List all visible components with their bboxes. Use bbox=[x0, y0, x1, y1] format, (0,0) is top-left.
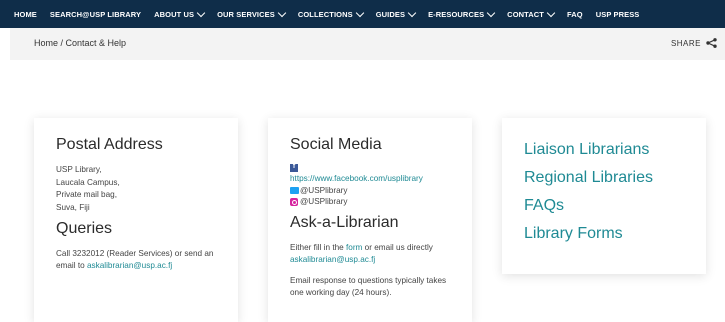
postal-address-title: Postal Address bbox=[56, 136, 163, 153]
twitter-row[interactable]: @USPlibrary bbox=[290, 185, 450, 197]
share-button[interactable]: SHARE bbox=[671, 38, 717, 48]
nav-label: GUIDES bbox=[375, 9, 406, 19]
nav-faq[interactable]: FAQ bbox=[567, 10, 583, 19]
nav-home[interactable]: HOME bbox=[14, 10, 37, 19]
nav-collections[interactable]: COLLECTIONS bbox=[297, 8, 364, 19]
twitter-handle: @USPlibrary bbox=[300, 185, 348, 195]
breadcrumb-bar: Home / Contact & Help SHARE bbox=[10, 28, 725, 60]
nav-label: FAQ bbox=[566, 9, 583, 19]
nav-label: SEARCH@USP LIBRARY bbox=[49, 9, 142, 19]
breadcrumb: Home / Contact & Help bbox=[34, 38, 127, 48]
instagram-icon bbox=[290, 197, 298, 206]
address-line: Suva, Fiji bbox=[56, 202, 90, 212]
ask-text-part: Either fill in the bbox=[290, 242, 346, 252]
nav-contact[interactable]: CONTACT bbox=[507, 8, 556, 19]
address-line: Laucala Campus, bbox=[56, 177, 120, 187]
share-label: SHARE bbox=[670, 38, 701, 48]
social-media-title: Social Media bbox=[290, 136, 382, 153]
social-media-card: Social Media f https://www.facebook.com/… bbox=[268, 118, 472, 322]
chevron-down-icon bbox=[407, 8, 417, 17]
nav-usp-press[interactable]: USP PRESS bbox=[596, 10, 640, 19]
facebook-icon[interactable]: f bbox=[290, 163, 298, 172]
nav-label: ABOUT US bbox=[154, 9, 195, 19]
library-forms-link[interactable]: Library Forms bbox=[524, 220, 684, 248]
chevron-down-icon bbox=[277, 8, 287, 17]
nav-label: OUR SERVICES bbox=[217, 9, 275, 19]
chevron-down-icon bbox=[355, 8, 364, 17]
queries-text: Call 3232012 (Reader Services) or send a… bbox=[56, 248, 216, 272]
postal-address-card: Postal Address USP Library, Laucala Camp… bbox=[34, 118, 238, 322]
ask-email-link[interactable]: askalibrarian@usp.ac.fj bbox=[290, 255, 375, 264]
quick-links-card: Liaison Librarians Regional Libraries FA… bbox=[502, 118, 706, 274]
ask-text-part: or email us directly bbox=[362, 242, 433, 252]
nav-label: COLLECTIONS bbox=[297, 9, 353, 19]
chevron-down-icon bbox=[546, 8, 556, 17]
nav-guides[interactable]: GUIDES bbox=[375, 8, 417, 19]
faqs-link[interactable]: FAQs bbox=[524, 192, 684, 220]
ask-a-librarian-title: Ask-a-Librarian bbox=[290, 213, 399, 231]
liaison-librarians-link[interactable]: Liaison Librarians bbox=[524, 136, 684, 164]
nav-e-resources[interactable]: E-RESOURCES bbox=[428, 8, 496, 19]
facebook-row: f bbox=[290, 163, 450, 173]
facebook-link[interactable]: https://www.facebook.com/usplibrary bbox=[290, 173, 423, 185]
top-navigation: HOME SEARCH@USP LIBRARY ABOUT US OUR SER… bbox=[0, 0, 725, 28]
form-link[interactable]: form bbox=[346, 243, 362, 252]
instagram-handle: @USPlibrary bbox=[300, 197, 348, 206]
instagram-row[interactable]: @USPlibrary bbox=[290, 196, 450, 208]
address-line: USP Library, bbox=[56, 165, 102, 174]
queries-title: Queries bbox=[56, 220, 113, 237]
nav-label: HOME bbox=[14, 9, 37, 19]
nav-label: CONTACT bbox=[507, 9, 544, 19]
nav-label: E-RESOURCES bbox=[428, 9, 485, 19]
nav-search[interactable]: SEARCH@USP LIBRARY bbox=[50, 10, 141, 19]
nav-about-us[interactable]: ABOUT US bbox=[154, 8, 206, 19]
share-icon bbox=[706, 38, 717, 48]
address-line: Private mail bag, bbox=[56, 190, 117, 199]
facebook-link-row: https://www.facebook.com/usplibrary bbox=[290, 173, 450, 185]
nav-our-services[interactable]: OUR SERVICES bbox=[217, 8, 287, 19]
regional-libraries-link[interactable]: Regional Libraries bbox=[524, 164, 684, 192]
ask-a-librarian-text: Either fill in the form or email us dire… bbox=[290, 242, 450, 266]
twitter-icon bbox=[290, 186, 299, 194]
chevron-down-icon bbox=[486, 8, 496, 17]
email-response-note: Email response to questions typically ta… bbox=[290, 275, 447, 297]
nav-label: USP PRESS bbox=[595, 9, 640, 19]
queries-email-link[interactable]: askalibrarian@usp.ac.fj bbox=[87, 261, 172, 270]
chevron-down-icon bbox=[196, 8, 206, 17]
